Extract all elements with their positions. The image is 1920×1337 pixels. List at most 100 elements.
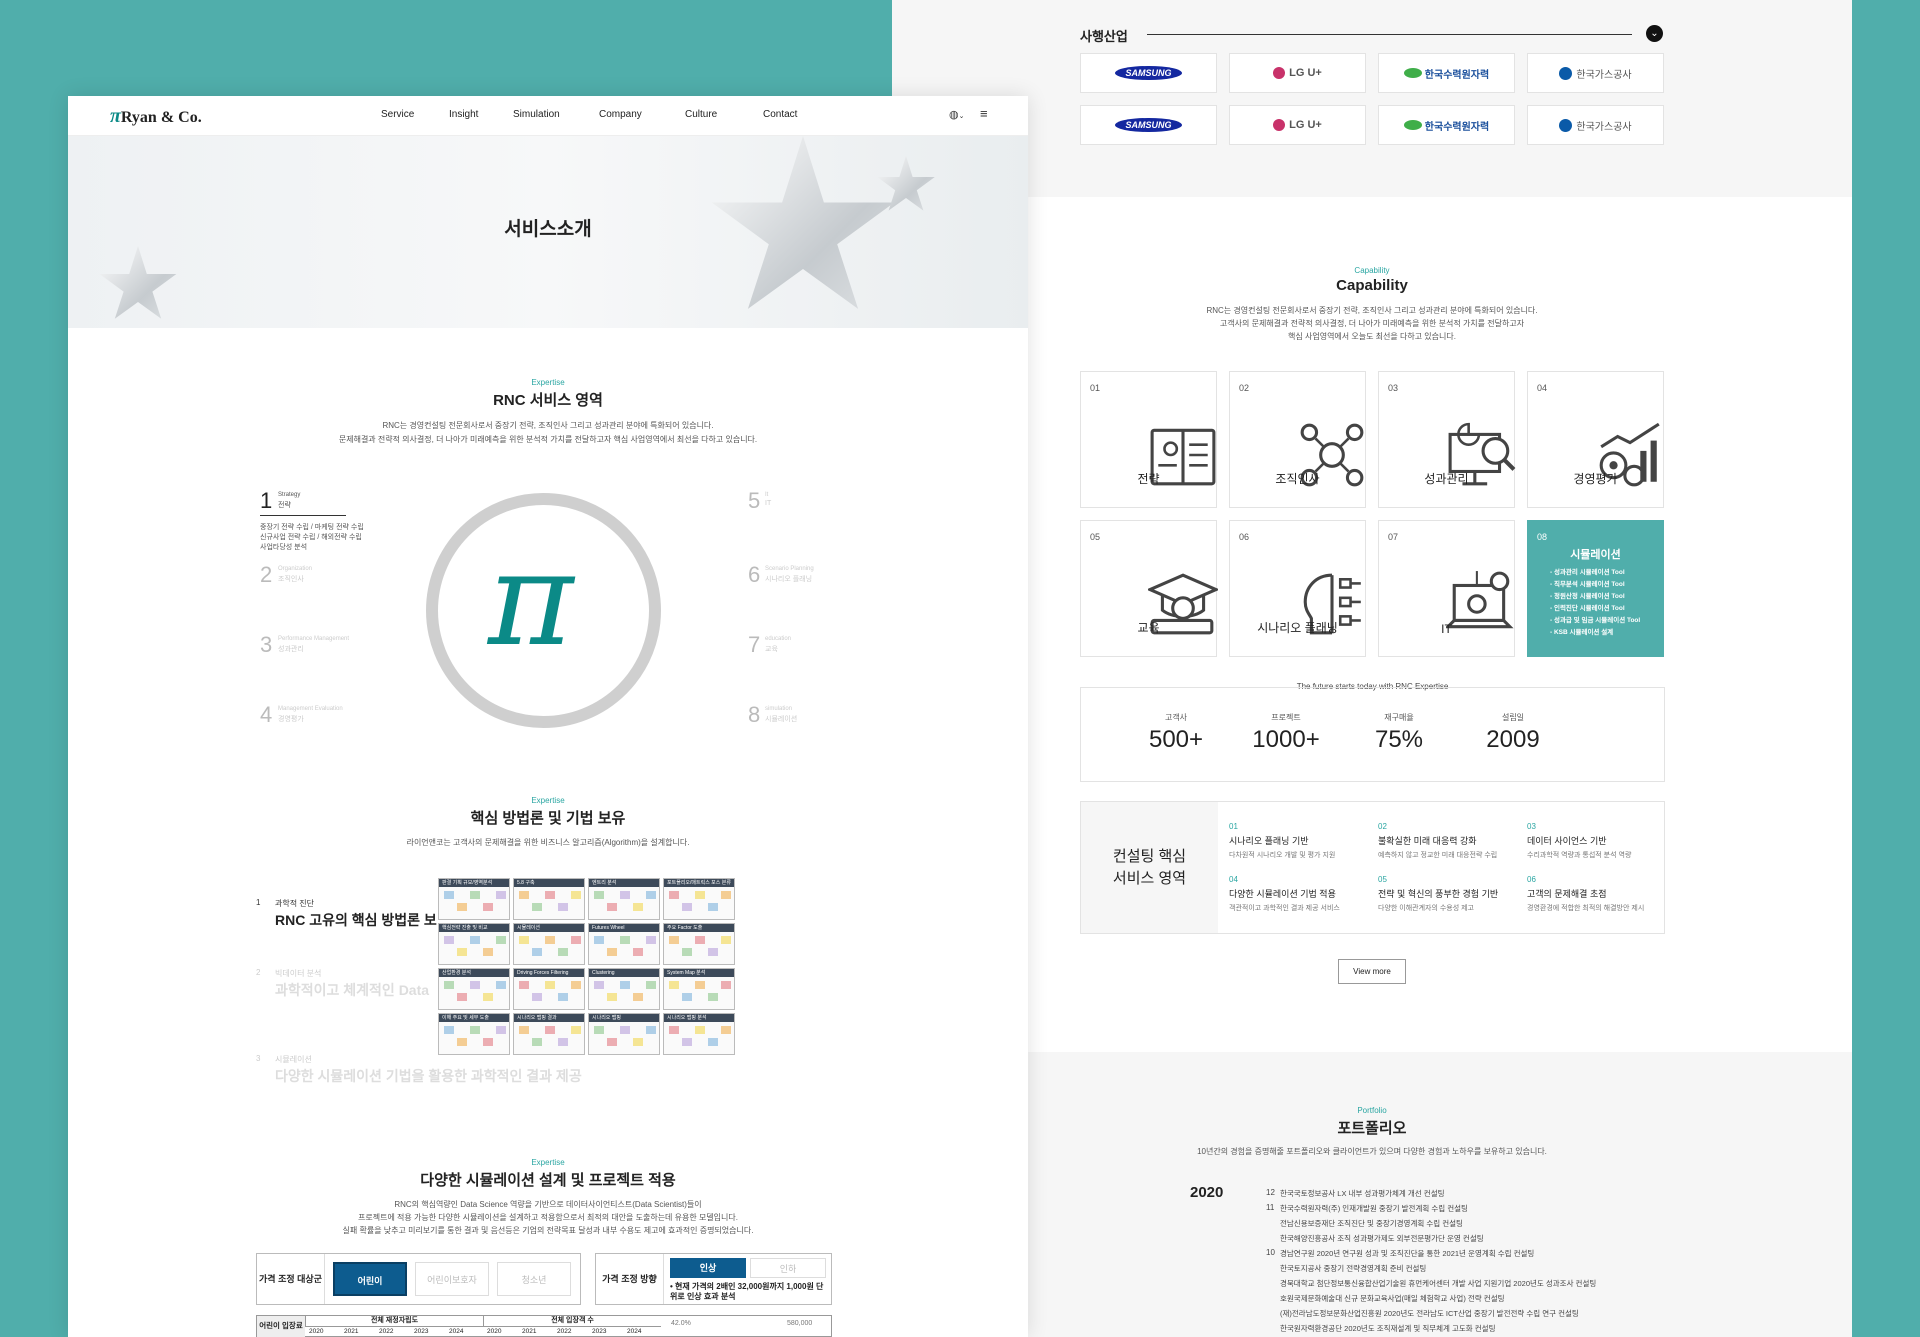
core-item-number: 01 (1229, 822, 1238, 831)
capability-card-5[interactable]: 05 교육 (1080, 520, 1218, 657)
core-item-number: 02 (1378, 822, 1387, 831)
card-label: 조직인사 (1275, 472, 1320, 486)
gears-chart-icon (1561, 396, 1660, 487)
thumbnail-graphic (519, 891, 529, 899)
thumbnail-graphic (558, 993, 568, 1001)
thumbnail-graphic (708, 993, 718, 1001)
method-title[interactable]: RNC 고유의 핵심 방법론 보 (275, 910, 437, 930)
chevron-down-icon[interactable]: ⌄ (1646, 25, 1663, 42)
capability-card-7[interactable]: 07 IT (1378, 520, 1515, 657)
method-thumbnail[interactable]: 시나리오 맵핑 (588, 1013, 660, 1055)
thumbnail-graphic (620, 936, 630, 944)
thumbnail-graphic (496, 936, 506, 944)
target-option[interactable]: 어린이보호자 (415, 1262, 489, 1296)
partner-logo: LG U+ (1229, 105, 1366, 145)
thumbnail-graphic (721, 1026, 731, 1034)
col-finance: 전체 재정자립도 (305, 1316, 483, 1327)
area-number: 4 (260, 702, 273, 727)
method-thumbnail[interactable]: Driving Forces Filtering (513, 968, 585, 1010)
thumbnail-graphic (496, 1026, 506, 1034)
method-thumbnail[interactable]: 핵심전략 진출 및 비교 (438, 923, 510, 965)
hamburger-icon[interactable]: ≡ (980, 106, 988, 121)
area-ko[interactable]: 교육 (765, 644, 778, 654)
method-thumbnail[interactable]: 5.8 구축 (513, 878, 585, 920)
area-en: education (765, 636, 792, 642)
globe-icon[interactable]: ◍⌄ (949, 108, 964, 121)
method-title[interactable]: 과학적이고 체계적인 Data (275, 980, 429, 1000)
method-thumbnail[interactable]: 산업환경 분석 (438, 968, 510, 1010)
method-thumbnail[interactable]: System Map 분석 (663, 968, 735, 1010)
nav-item-culture[interactable]: Culture (685, 109, 717, 120)
method-header: Expertise 핵심 방법론 및 기법 보유 라이언앤코는 고객사의 문제해… (68, 796, 1028, 848)
direction-option[interactable]: 인하 (750, 1258, 826, 1278)
method-title[interactable]: 다양한 시뮬레이션 기법을 활용한 과학적인 결과 제공 (275, 1066, 582, 1086)
thumbnail-caption: Clustering (589, 969, 659, 977)
thumbnail-graphic (545, 936, 555, 944)
hero-banner: 서비스소개 (68, 136, 1028, 328)
nav-item-service[interactable]: Service (381, 109, 414, 120)
thumbnail-graphic (532, 1038, 542, 1046)
method-thumbnail[interactable]: 엔트리 분석 (588, 878, 660, 920)
area-ko[interactable]: 조직인사 (278, 574, 304, 584)
capability-card-simulation[interactable]: 08 시뮬레이션 - 성과관리 시뮬레이션 Tool - 직무분석 시뮬레이션 To… (1527, 520, 1664, 657)
pi-logo: π (488, 523, 574, 675)
nav-item-insight[interactable]: Insight (449, 109, 478, 120)
area-ko[interactable]: IT (765, 500, 771, 507)
target-option[interactable]: 어린이 (333, 1262, 407, 1296)
partner-logo-text: LG U+ (1289, 119, 1322, 131)
thumbnail-graphic (470, 1026, 480, 1034)
area-number: 7 (748, 632, 761, 657)
capability-card-2[interactable]: 02 조직인사 (1229, 371, 1366, 508)
method-thumbnail[interactable]: 시나리오 맵핑 결과 (513, 1013, 585, 1055)
card-number: 05 (1090, 532, 1101, 542)
method-thumbnail[interactable]: 이해 주요 및 세부 도출 (438, 1013, 510, 1055)
nav-item-simulation[interactable]: Simulation (513, 109, 560, 120)
partners-section: 사행산업 ⌄ SAMSUNG LG U+ 한국수력원자력 한국가스공사 SAMSUNG L… (892, 0, 1852, 197)
area-en: Scenario Planning (765, 566, 814, 572)
capability-card-1[interactable]: 01 전략 (1080, 371, 1217, 508)
thumbnail-caption: 시나리오 맵핑 (589, 1014, 659, 1022)
portfolio-entry: 한국원자력환경공단 2020년도 조직재설계 및 직무체계 고도화 컨설팅 (1280, 1324, 1496, 1333)
capability-card-3[interactable]: 03 성과관리 (1378, 371, 1516, 508)
core-item-number: 05 (1378, 875, 1387, 884)
lg-logo-mark (1273, 119, 1286, 131)
target-option[interactable]: 청소년 (497, 1262, 571, 1296)
thumbnail-graphic (558, 903, 568, 911)
portfolio-entry: 호원국제문화예술대 신규 문화교육사업(매일 체험학교 사업) 전략 컨설팅 (1280, 1294, 1505, 1303)
partner-logo-text: 한국가스공사 (1576, 69, 1632, 81)
method-thumbnail[interactable]: 포트폴리오/매트릭스 포스 본류 (663, 878, 735, 920)
core-service-item: 03 데이터 사이언스 기반 수리과학적 역량과 통섭적 분석 역량 (1527, 822, 1667, 860)
method-thumbnail[interactable]: 시뮬레이션 (513, 923, 585, 965)
method-thumbnail[interactable]: 시나리오 맵핑 분석 (663, 1013, 735, 1055)
thumbnail-caption: 엔트리 분석 (589, 879, 659, 887)
thumbnail-graphic (708, 948, 718, 956)
area-number: 3 (260, 632, 273, 657)
brand-logo[interactable]: πRyan & Co. (110, 105, 202, 128)
thumbnail-graphic (444, 936, 454, 944)
target-group-box: 가격 조정 대상군 어린이 어린이보호자 청소년 (256, 1253, 581, 1305)
view-more-button[interactable]: View more (1338, 959, 1406, 984)
card-list-item: - 직무분석 시뮬레이션 Tool (1550, 581, 1625, 588)
kogas-logo-mark (1559, 118, 1573, 132)
direction-option[interactable]: 인상 (670, 1258, 746, 1278)
area-ko[interactable]: 시뮬레이션 (765, 714, 797, 724)
thumbnail-graphic (571, 981, 581, 989)
method-thumbnail[interactable]: 주요 Factor 도출 (663, 923, 735, 965)
capability-desc: RNC는 경영컨설팅 전문회사로서 중장기 전략, 조직인사 그리고 성과관리 … (1206, 306, 1538, 341)
simulation-desc: RNC의 핵심역량인 Data Science 역량을 기반으로 데이터사이언티… (342, 1200, 754, 1235)
thumbnail-graphic (695, 1026, 705, 1034)
portfolio-entry: 전남신용보증재단 조직진단 및 중장기경영계획 수립 컨설팅 (1280, 1219, 1463, 1228)
area-ko[interactable]: 전략 (278, 500, 291, 510)
year-cell: 2021 (344, 1328, 359, 1335)
area-ko[interactable]: 시나리오 플래닝 (765, 574, 812, 584)
area-ko[interactable]: 경영평가 (278, 714, 304, 724)
nav-item-company[interactable]: Company (599, 109, 642, 120)
nav-item-contact[interactable]: Contact (763, 109, 797, 120)
area-ko[interactable]: 성과관리 (278, 644, 304, 654)
method-thumbnail[interactable]: 판결 기획 규모/영역분석 (438, 878, 510, 920)
method-thumbnail[interactable]: Clustering (588, 968, 660, 1010)
core-services-box: 컨설팅 핵심 서비스 영역 01 시나리오 플래닝 기반 다차원적 시나리오 개발 … (1080, 801, 1665, 934)
capability-card-6[interactable]: 06 시나리오 플래닝 (1229, 520, 1366, 657)
capability-card-4[interactable]: 04 경영평가 (1527, 371, 1664, 508)
method-thumbnail[interactable]: Futures Wheel (588, 923, 660, 965)
